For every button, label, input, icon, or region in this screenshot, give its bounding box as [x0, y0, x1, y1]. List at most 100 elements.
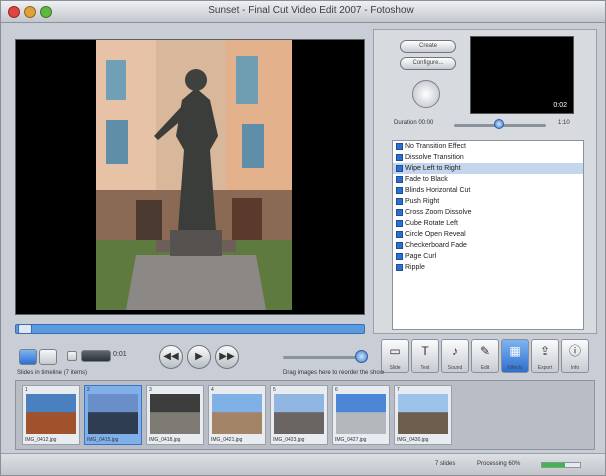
list-item[interactable]: Cube Rotate Left	[393, 218, 583, 229]
effect-label: Blinds Horizontal Cut	[405, 187, 471, 194]
rewind-button[interactable]: ◀◀	[159, 345, 183, 369]
effect-label: Cross Zoom Dissolve	[405, 209, 472, 216]
edit-icon: ✎	[479, 344, 491, 358]
text-icon: T	[421, 344, 429, 358]
progress-fill	[542, 463, 565, 467]
tool-export-button[interactable]: ⇪ Export	[531, 339, 559, 373]
view-grid-button[interactable]	[39, 349, 57, 365]
effect-icon	[396, 209, 403, 216]
slide-number: 6	[335, 387, 338, 393]
info-icon: ⓘ	[568, 344, 581, 358]
effects-panel: Create Configure... 0:02 Duration 00:00 …	[373, 29, 597, 334]
volume-slider[interactable]	[283, 356, 363, 359]
list-item[interactable]: Push Right	[393, 196, 583, 207]
slide-number: 5	[273, 387, 276, 393]
tool-info-button[interactable]: ⓘ Info	[561, 339, 589, 373]
strip-count: Slides in timeline (7 items)	[17, 370, 88, 376]
slide-thumbnail[interactable]: 4 IMG_0421.jpg	[208, 385, 266, 445]
duration-knob[interactable]	[494, 119, 504, 129]
thumbnail-image	[150, 394, 200, 434]
rotation-dial[interactable]	[412, 80, 440, 108]
zoom-button[interactable]	[40, 6, 52, 18]
scrubber-handle[interactable]	[18, 324, 32, 334]
thumbnail-image	[398, 394, 448, 434]
current-slide-photo	[96, 40, 292, 310]
effect-icon	[396, 154, 403, 161]
configure-button[interactable]: Configure...	[400, 57, 456, 70]
statue-photo-image	[96, 40, 292, 310]
strip-header: Slides in timeline (7 items) Drag images…	[15, 369, 595, 379]
view-single-button[interactable]	[19, 349, 37, 365]
effects-list[interactable]: No Transition Effect Dissolve Transition W…	[392, 140, 584, 330]
tool-edit-button[interactable]: ✎ Edit	[471, 339, 499, 373]
effect-label: Cube Rotate Left	[405, 220, 458, 227]
slide-caption: IMG_0412.jpg	[25, 437, 57, 443]
slide-number: 2	[87, 387, 90, 393]
effect-icon	[396, 242, 403, 249]
effect-label: Ripple	[405, 264, 425, 271]
time-readout: 0:01	[113, 351, 127, 358]
loop-toggle[interactable]	[67, 351, 77, 361]
list-item[interactable]: Circle Open Reveal	[393, 229, 583, 240]
list-item[interactable]: Cross Zoom Dissolve	[393, 207, 583, 218]
slide-thumbnail[interactable]: 5 IMG_0423.jpg	[270, 385, 328, 445]
slide-strip[interactable]: 1 IMG_0412.jpg 2 IMG_0415.jpg 3 IMG_0418.jpg 4…	[15, 380, 595, 450]
list-item[interactable]: Dissolve Transition	[393, 152, 583, 163]
effect-icon	[396, 220, 403, 227]
slide-caption: IMG_0418.jpg	[149, 437, 181, 443]
tool-slide-button[interactable]: ▭ Slide	[381, 339, 409, 373]
effect-label: Dissolve Transition	[405, 154, 464, 161]
slide-caption: IMG_0423.jpg	[273, 437, 305, 443]
effect-icon	[396, 253, 403, 260]
effect-label: Fade to Black	[405, 176, 448, 183]
effect-label: Push Right	[405, 198, 440, 205]
status-right: Processing 60%	[477, 461, 521, 467]
list-item[interactable]: Checkerboard Fade	[393, 240, 583, 251]
slide-thumbnail[interactable]: 6 IMG_0427.jpg	[332, 385, 390, 445]
transport-controls: 0:01 ◀◀ ▶ ▶▶	[15, 345, 375, 369]
list-item[interactable]: Page Curl	[393, 251, 583, 262]
export-icon: ⇪	[539, 344, 551, 358]
slide-number: 7	[397, 387, 400, 393]
slide-thumbnail[interactable]: 1 IMG_0412.jpg	[22, 385, 80, 445]
slide-thumbnail[interactable]: 3 IMG_0418.jpg	[146, 385, 204, 445]
volume-knob[interactable]	[355, 350, 368, 363]
slide-icon: ▭	[389, 344, 401, 358]
tool-effects-button[interactable]: ▦ Effects	[501, 339, 529, 373]
slide-caption: IMG_0415.jpg	[87, 437, 119, 443]
app-window: Sunset - Final Cut Video Edit 2007 - Fot…	[0, 0, 606, 476]
effect-label: Checkerboard Fade	[405, 242, 467, 249]
close-button[interactable]	[8, 6, 20, 18]
strip-hint: Drag images here to reorder the show	[283, 370, 385, 376]
thumbnail-image	[212, 394, 262, 434]
effect-icon	[396, 198, 403, 205]
effect-label: Wipe Left to Right	[405, 165, 461, 172]
effect-label: Page Curl	[405, 253, 437, 260]
thumbnail-image	[88, 394, 138, 434]
effect-label: Circle Open Reveal	[405, 231, 466, 238]
effect-icon	[396, 187, 403, 194]
status-bar: 7 slides Processing 60%	[1, 453, 605, 475]
play-icon: ▶	[195, 351, 203, 362]
list-item[interactable]: Fade to Black	[393, 174, 583, 185]
slide-viewer[interactable]	[15, 39, 365, 315]
effect-icon	[396, 165, 403, 172]
thumbnail-image	[336, 394, 386, 434]
timeline-scrubber[interactable]	[15, 324, 365, 334]
list-item[interactable]: Blinds Horizontal Cut	[393, 185, 583, 196]
effect-preview: 0:02	[470, 36, 574, 114]
minimize-button[interactable]	[24, 6, 36, 18]
list-item[interactable]: No Transition Effect	[393, 141, 583, 152]
slide-thumbnail[interactable]: 7 IMG_0430.jpg	[394, 385, 452, 445]
list-item[interactable]: Wipe Left to Right	[393, 163, 583, 174]
forward-button[interactable]: ▶▶	[215, 345, 239, 369]
title-bar: Sunset - Final Cut Video Edit 2007 - Fot…	[1, 1, 605, 23]
list-item[interactable]: Ripple	[393, 262, 583, 273]
tool-sound-button[interactable]: ♪ Sound	[441, 339, 469, 373]
slide-number: 3	[149, 387, 152, 393]
slide-thumbnail[interactable]: 2 IMG_0415.jpg	[84, 385, 142, 445]
tool-text-button[interactable]: T Text	[411, 339, 439, 373]
slide-number: 4	[211, 387, 214, 393]
create-button[interactable]: Create	[400, 40, 456, 53]
play-button[interactable]: ▶	[187, 345, 211, 369]
